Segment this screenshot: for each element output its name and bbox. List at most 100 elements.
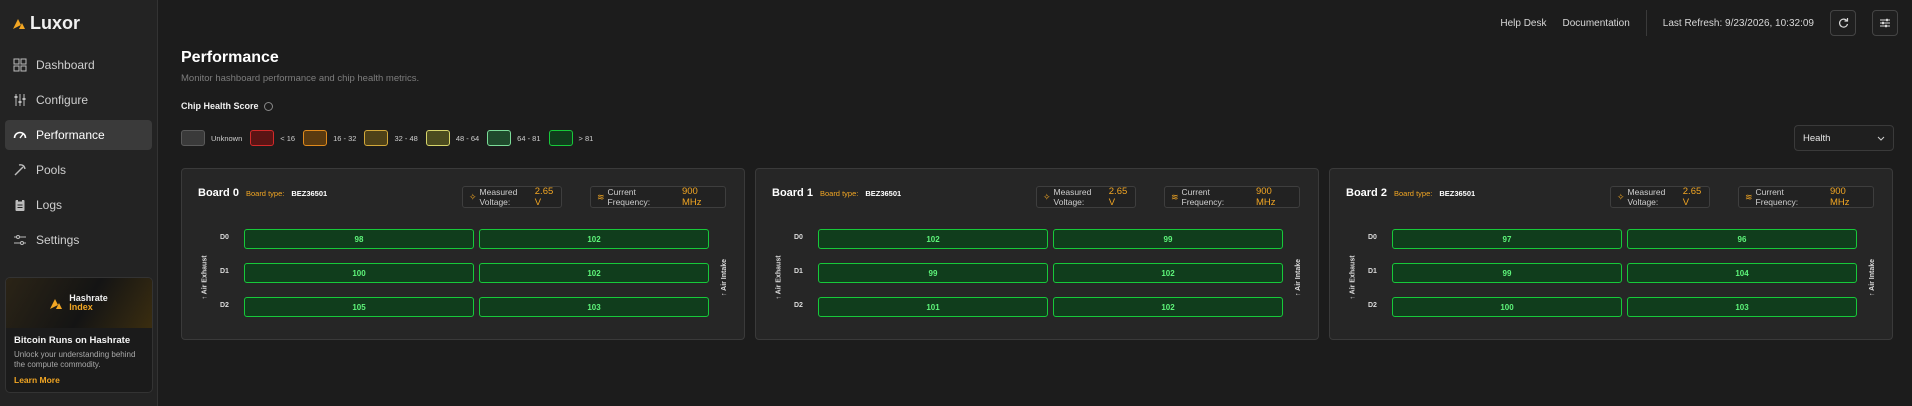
sidebar-item-label: Dashboard — [36, 58, 95, 72]
chip-cell[interactable]: 102 — [479, 263, 709, 283]
legend-swatch — [364, 130, 389, 146]
sidebar-item-configure[interactable]: Configure — [5, 85, 152, 115]
app-name: Luxor — [30, 12, 81, 33]
app-logo[interactable]: Luxor — [0, 0, 157, 46]
sidebar-item-label: Configure — [36, 93, 89, 107]
board-type: BEZ36501 — [291, 189, 328, 198]
measured-voltage-value: 2.65 V — [1682, 186, 1702, 208]
chip-cell[interactable]: 103 — [1627, 297, 1857, 317]
legend-label: 32 - 48 — [394, 133, 418, 143]
promo-brand: Hashrate Index — [69, 294, 108, 312]
chip-cell[interactable]: 102 — [1053, 297, 1283, 317]
current-frequency: ≋ Current Frequency: 900 MHz — [1738, 186, 1874, 208]
page-title: Performance — [181, 49, 279, 66]
legend-label: Unknown — [211, 133, 243, 143]
sliders-icon — [14, 94, 26, 106]
legend-swatch — [250, 130, 275, 146]
row-label-d2: D2 — [220, 302, 229, 309]
refresh-button[interactable] — [1830, 10, 1856, 36]
chip-cell[interactable]: 102 — [818, 229, 1048, 249]
luxor-logo-icon — [13, 19, 25, 29]
promo-title: Bitcoin Runs on Hashrate — [14, 335, 131, 346]
legend-item: 48 - 64 — [425, 130, 480, 146]
sidebar-item-pools[interactable]: Pools — [5, 155, 152, 185]
chip-cell[interactable]: 99 — [818, 263, 1048, 283]
measured-voltage-label: Measured Voltage: — [1053, 187, 1092, 207]
board-card: Board 2 Board type: BEZ36501 ✧ Measured … — [1329, 168, 1893, 340]
measured-voltage-value: 2.65 V — [1108, 186, 1128, 208]
chip-cell[interactable]: 102 — [479, 229, 709, 249]
dashboard-icon — [13, 58, 27, 72]
row-label-d0: D0 — [794, 234, 803, 241]
promo-text: Unlock your understanding behind the com… — [14, 350, 136, 369]
legend-label: > 81 — [578, 133, 594, 143]
preferences-button[interactable] — [1872, 10, 1898, 36]
chip-cell[interactable]: 97 — [1392, 229, 1622, 249]
sidebar-item-logs[interactable]: Logs — [5, 190, 152, 220]
main-content: Help Desk Documentation Last Refresh: 9/… — [158, 0, 1912, 406]
refresh-icon — [1839, 18, 1849, 28]
chip-cell[interactable]: 99 — [1392, 263, 1622, 283]
boards-grid: Board 0 Board type: BEZ36501 ✧ Measured … — [181, 168, 1893, 340]
board-name: Board 0 — [198, 187, 239, 199]
page-subtitle: Monitor hashboard performance and chip h… — [181, 73, 420, 84]
chip-cell[interactable]: 100 — [244, 263, 474, 283]
legend-label: 48 - 64 — [455, 133, 480, 143]
current-frequency-value: 900 MHz — [1829, 186, 1850, 208]
sidebar-item-dashboard[interactable]: Dashboard — [5, 50, 152, 80]
chip-cell[interactable]: 102 — [1053, 263, 1283, 283]
documentation-link[interactable]: Documentation — [1563, 18, 1630, 29]
row-label-d2: D2 — [794, 302, 803, 309]
legend-swatch — [548, 130, 573, 146]
air-exhaust-label: ↑ Air Exhaust — [1348, 245, 1358, 309]
clipboard-icon — [15, 199, 25, 211]
board-type: BEZ36501 — [1439, 189, 1476, 198]
legend-item: > 81 — [548, 130, 594, 146]
top-bar: Help Desk Documentation Last Refresh: 9/… — [1500, 0, 1912, 46]
chip-cell[interactable]: 105 — [244, 297, 474, 317]
view-mode-value: Health — [1803, 132, 1831, 144]
sidebar-item-performance[interactable]: Performance — [5, 120, 152, 150]
info-icon[interactable] — [263, 101, 273, 111]
air-intake-text: ↑ Air Intake — [1295, 258, 1303, 296]
air-exhaust-label: ↑ Air Exhaust — [774, 245, 784, 309]
chip-cell[interactable]: 100 — [1392, 297, 1622, 317]
row-label-d2: D2 — [1368, 302, 1377, 309]
voltage-icon: ✧ — [1043, 191, 1051, 202]
board-name: Board 1 — [772, 187, 813, 199]
sidebar-item-settings[interactable]: Settings — [5, 225, 152, 255]
chip-cell[interactable]: 101 — [818, 297, 1048, 317]
promo-card: Hashrate Index Bitcoin Runs on Hashrate … — [5, 277, 153, 393]
frequency-icon: ≋ — [1171, 191, 1179, 202]
frequency-icon: ≋ — [597, 191, 605, 202]
current-frequency-label: Current Frequency: — [607, 187, 651, 207]
legend-item: < 16 — [250, 130, 295, 146]
chevron-down-icon — [1877, 136, 1885, 141]
measured-voltage-label: Measured Voltage: — [479, 187, 518, 207]
measured-voltage-label: Measured Voltage: — [1627, 187, 1666, 207]
air-exhaust-text: ↑ Air Exhaust — [201, 254, 209, 300]
measured-voltage: ✧ Measured Voltage: 2.65 V — [462, 186, 562, 208]
sidebar-nav: Dashboard Configure Performance Pools Lo… — [0, 46, 157, 264]
air-exhaust-text: ↑ Air Exhaust — [775, 254, 783, 300]
legend-swatch — [181, 130, 205, 146]
chip-cell[interactable]: 99 — [1053, 229, 1283, 249]
chip-cell[interactable]: 104 — [1627, 263, 1857, 283]
air-exhaust-text: ↑ Air Exhaust — [1349, 254, 1357, 300]
help-desk-link[interactable]: Help Desk — [1500, 18, 1546, 29]
air-intake-label: ↑ Air Intake — [1868, 245, 1878, 309]
view-mode-select[interactable]: Health — [1794, 125, 1894, 151]
chip-cell[interactable]: 103 — [479, 297, 709, 317]
current-frequency-label: Current Frequency: — [1181, 187, 1225, 207]
row-label-d1: D1 — [794, 268, 803, 275]
board-card: Board 0 Board type: BEZ36501 ✧ Measured … — [181, 168, 745, 340]
chip-cell[interactable]: 98 — [244, 229, 474, 249]
air-intake-label: ↑ Air Intake — [720, 245, 730, 309]
current-frequency: ≋ Current Frequency: 900 MHz — [590, 186, 726, 208]
learn-more-link[interactable]: Learn More — [14, 375, 60, 385]
sidebar-item-label: Performance — [36, 128, 105, 142]
chip-cell[interactable]: 96 — [1627, 229, 1857, 249]
measured-voltage: ✧ Measured Voltage: 2.65 V — [1610, 186, 1710, 208]
hashrate-index-logo-icon — [50, 299, 63, 309]
current-frequency: ≋ Current Frequency: 900 MHz — [1164, 186, 1300, 208]
